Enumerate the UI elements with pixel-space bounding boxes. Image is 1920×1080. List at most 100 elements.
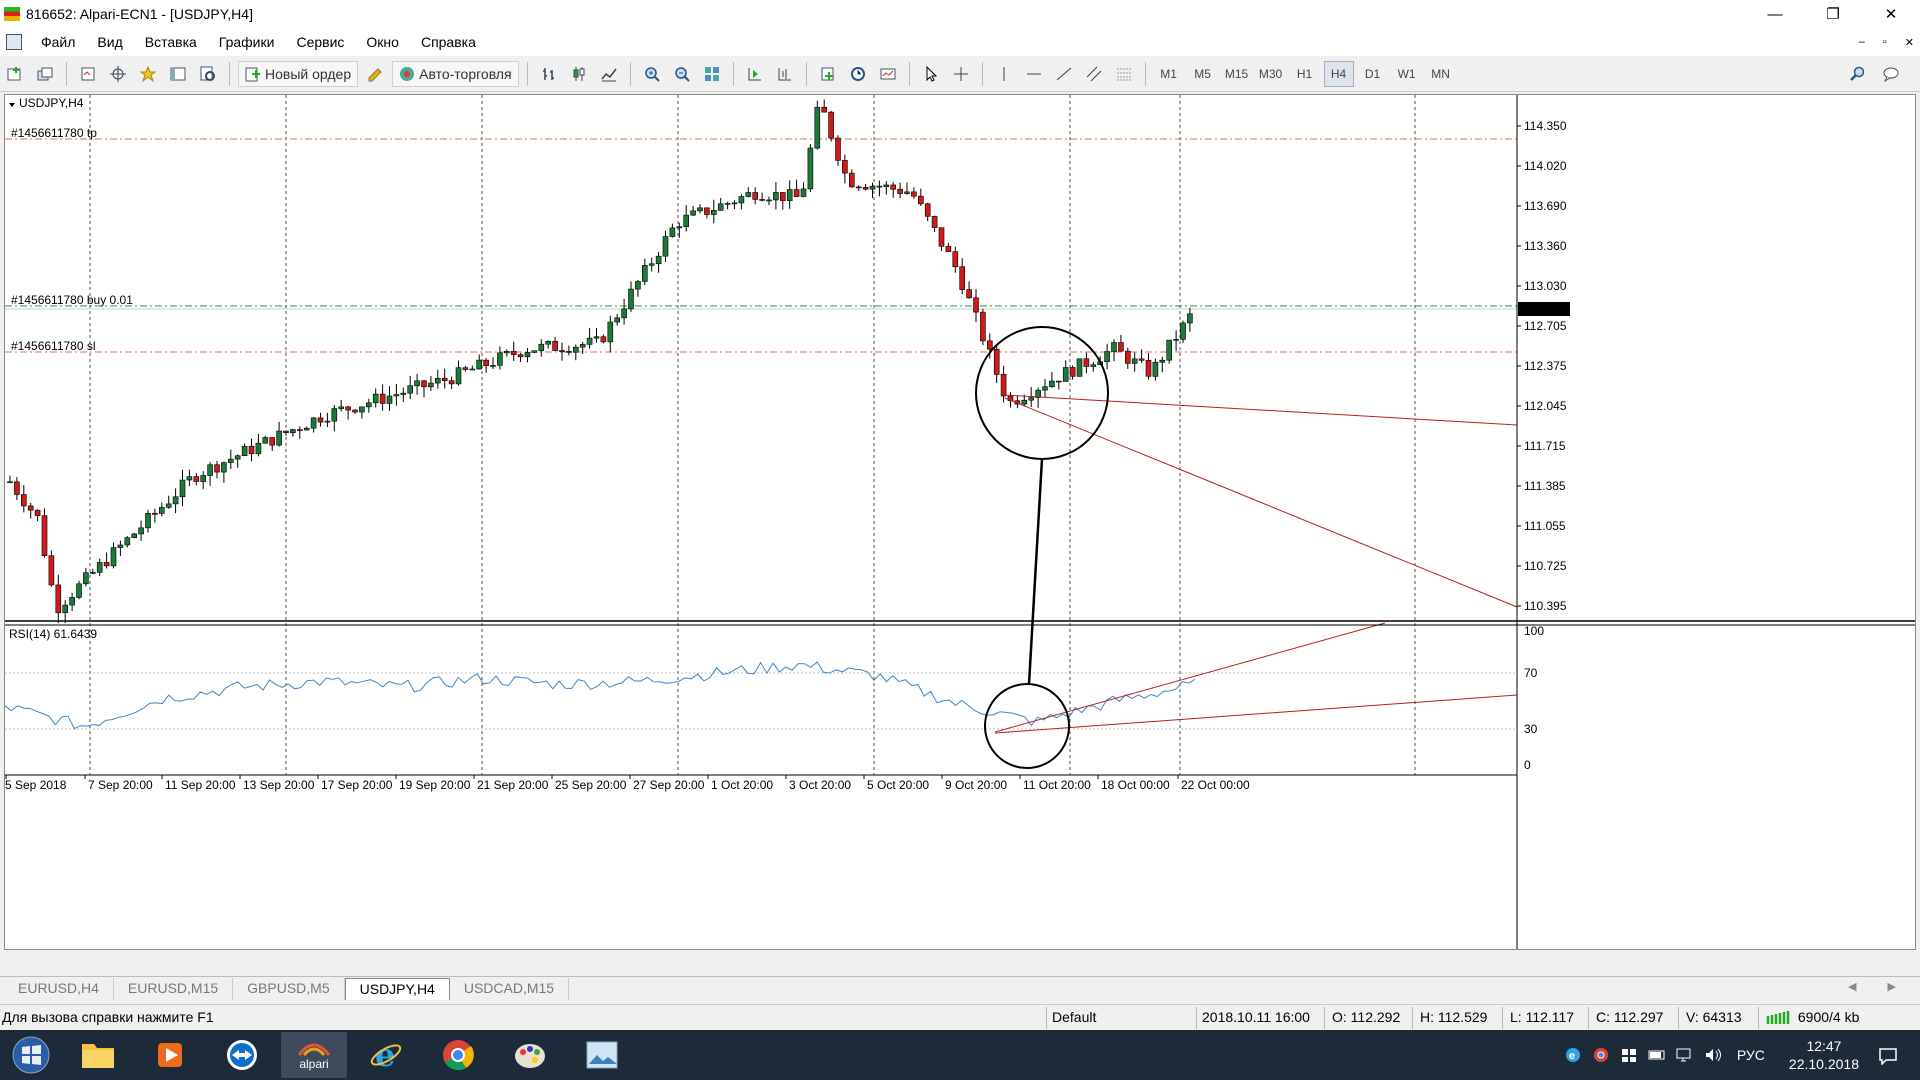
taskbar-explorer[interactable] [65, 1032, 131, 1078]
favorites-icon[interactable] [135, 61, 161, 87]
candle-bear [600, 334, 607, 344]
chart-canvas[interactable]: #1456611780 tp #1456611780 buy 0.01 #14566… [5, 95, 1915, 949]
media-player-icon [158, 1043, 182, 1067]
fibonacci-icon[interactable] [1111, 61, 1137, 87]
candle-body [524, 352, 531, 358]
templates-icon[interactable] [875, 61, 901, 87]
candle-body [283, 430, 289, 434]
price-axis-label: 112.705 [1524, 319, 1567, 333]
tab-usdcad-m15[interactable]: USDCAD,M15 [450, 978, 570, 1000]
connection-status[interactable]: 6900/4 kb [1766, 1009, 1859, 1025]
candle-bull [524, 348, 531, 363]
tab-eurusd-h4[interactable]: EURUSD,H4 [4, 978, 114, 1000]
timeframe-m1[interactable]: M1 [1154, 61, 1184, 87]
taskbar-photos[interactable] [569, 1032, 635, 1078]
menu-tools[interactable]: Сервис [285, 34, 355, 50]
channel-icon[interactable] [1081, 61, 1107, 87]
crosshair-icon[interactable] [948, 61, 974, 87]
candle-body [96, 562, 103, 573]
tab-gbpusd-m5[interactable]: GBPUSD,M5 [233, 978, 345, 1000]
mdi-close-button[interactable]: ✕ [1905, 36, 1914, 49]
tray-volume-icon[interactable] [1704, 1047, 1722, 1063]
tab-eurusd-m15[interactable]: EURUSD,M15 [114, 978, 234, 1000]
profiles-icon[interactable] [32, 61, 58, 87]
start-button[interactable] [3, 1032, 59, 1078]
candlestick-icon[interactable] [566, 61, 592, 87]
tray-chrome-icon[interactable] [1592, 1047, 1610, 1063]
close-button[interactable]: ✕ [1862, 0, 1920, 28]
timeframe-m5[interactable]: M5 [1188, 61, 1218, 87]
tray-language[interactable]: РУС [1737, 1047, 1765, 1063]
timeframe-m15[interactable]: M15 [1222, 61, 1252, 87]
search-icon[interactable] [1844, 61, 1870, 87]
taskbar-ie[interactable]: e [353, 1032, 419, 1078]
notifications-icon[interactable] [1878, 1047, 1898, 1066]
bar-chart-icon[interactable] [536, 61, 562, 87]
time-axis-label: 7 Sep 20:00 [88, 778, 153, 792]
tray-shield-icon[interactable] [1620, 1047, 1638, 1063]
cursor-icon[interactable] [918, 61, 944, 87]
chat-icon[interactable] [1878, 61, 1904, 87]
tile-windows-icon[interactable] [699, 61, 725, 87]
taskbar-alpari[interactable]: alpari [281, 1032, 347, 1078]
timeframe-d1[interactable]: D1 [1358, 61, 1388, 87]
new-chart-icon[interactable] [2, 61, 28, 87]
candle-bear [876, 180, 883, 197]
crosshair-nav-icon[interactable] [105, 61, 131, 87]
menu-charts[interactable]: Графики [208, 34, 286, 50]
metaeditor-icon[interactable] [362, 61, 388, 87]
taskbar-chrome[interactable] [425, 1032, 491, 1078]
taskbar-media[interactable] [137, 1032, 203, 1078]
menu-insert[interactable]: Вставка [134, 34, 208, 50]
terminal-icon[interactable] [165, 61, 191, 87]
mdi-restore-button[interactable]: ▫ [1883, 36, 1887, 48]
candle-bear [993, 345, 1000, 383]
menu-file[interactable]: Файл [30, 34, 86, 50]
timeframe-m30[interactable]: M30 [1256, 61, 1286, 87]
tab-usdjpy-h4[interactable]: USDJPY,H4 [344, 978, 450, 1000]
timeframe-h4[interactable]: H4 [1323, 60, 1354, 87]
menu-help[interactable]: Справка [410, 34, 487, 50]
symbol-dropdown-icon [9, 103, 15, 107]
candle-bear [897, 182, 903, 199]
market-watch-icon[interactable] [75, 61, 101, 87]
vertical-line-icon[interactable] [991, 61, 1017, 87]
taskbar-paint[interactable] [497, 1032, 563, 1078]
new-order-button[interactable]: Новый ордер [238, 60, 359, 87]
chart-shift-icon[interactable] [772, 61, 798, 87]
status-high: H: 112.529 [1420, 1009, 1488, 1025]
status-open: O: 112.292 [1332, 1009, 1401, 1025]
auto-trading-button[interactable]: Авто-торговля [392, 60, 519, 87]
tray-battery-icon[interactable] [1648, 1047, 1666, 1063]
menu-window[interactable]: Окно [355, 34, 410, 50]
zoom-out-icon[interactable] [669, 61, 695, 87]
candle-body [83, 572, 89, 585]
tray-network-icon[interactable] [1676, 1047, 1694, 1063]
indicators-icon[interactable] [815, 61, 841, 87]
chart-window[interactable]: #1456611780 tp #1456611780 buy 0.01 #14566… [4, 94, 1916, 950]
timeframe-w1[interactable]: W1 [1392, 61, 1422, 87]
periods-icon[interactable] [845, 61, 871, 87]
candle-bear [980, 308, 986, 346]
timeframe-h1[interactable]: H1 [1290, 61, 1320, 87]
minimize-button[interactable]: — [1746, 0, 1804, 28]
auto-scroll-icon[interactable] [742, 61, 768, 87]
menu-view[interactable]: Вид [86, 34, 133, 50]
candle-body [117, 544, 124, 548]
tray-ie-icon[interactable]: e [1564, 1047, 1582, 1063]
mdi-minimize-button[interactable]: – [1859, 36, 1865, 48]
taskbar-teamviewer[interactable] [209, 1032, 275, 1078]
tray-clock[interactable]: 12:47 22.10.2018 [1789, 1037, 1859, 1073]
zoom-in-icon[interactable] [639, 61, 665, 87]
strategy-tester-icon[interactable] [195, 61, 221, 87]
time-axis-label: 25 Sep 20:00 [555, 778, 627, 792]
tab-scroll-arrows[interactable]: ◀ ▶ [1848, 980, 1910, 993]
horizontal-line-icon[interactable] [1021, 61, 1047, 87]
line-chart-icon[interactable] [596, 61, 622, 87]
chart-window-icon[interactable] [6, 34, 22, 50]
trendline-icon[interactable] [1051, 61, 1077, 87]
maximize-button[interactable]: ❐ [1804, 0, 1862, 28]
timeframe-mn[interactable]: MN [1426, 61, 1456, 87]
toolbar: Новый ордер Авто-торговля M1 M5 M15 M30 … [0, 56, 1920, 92]
candle-body [552, 341, 558, 351]
